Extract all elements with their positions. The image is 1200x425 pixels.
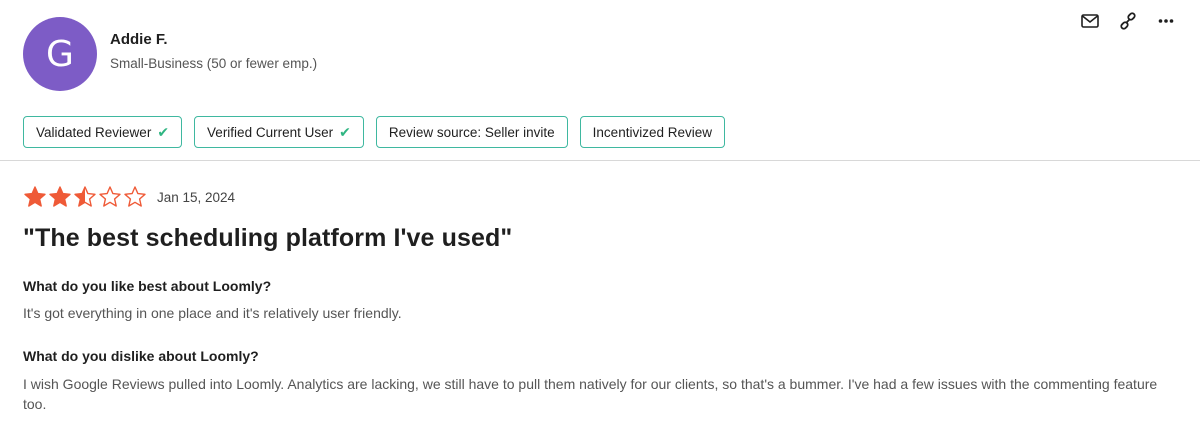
badge-label: Review source: Seller invite — [388, 124, 555, 140]
star-half-icon — [74, 186, 96, 207]
star-full-icon — [49, 186, 71, 207]
badge-review-source[interactable]: Review source: Seller invite — [375, 116, 568, 148]
link-icon[interactable] — [1117, 10, 1139, 32]
review-date: Jan 15, 2024 — [157, 189, 236, 205]
divider — [0, 160, 1200, 161]
avatar: G — [23, 17, 97, 91]
question-like-best: What do you like best about Loomly? — [23, 278, 272, 294]
more-icon[interactable] — [1155, 10, 1177, 32]
question-dislike: What do you dislike about Loomly? — [23, 348, 259, 364]
check-icon: ✔ — [157, 123, 170, 140]
answer-like-best: It's got everything in one place and it'… — [23, 305, 402, 321]
check-icon: ✔ — [339, 123, 351, 140]
badge-verified-current-user[interactable]: Verified Current User ✔ — [194, 116, 364, 148]
star-full-icon — [24, 186, 46, 207]
star-empty-icon — [124, 186, 146, 207]
rating-row: Jan 15, 2024 — [23, 185, 235, 209]
avatar-initial: G — [46, 33, 74, 75]
badge-label: Incentivized Review — [592, 124, 712, 140]
review-title: "The best scheduling platform I've used" — [23, 224, 513, 252]
reviewer-badges: Validated Reviewer ✔ Verified Current Us… — [23, 116, 725, 148]
answer-dislike: I wish Google Reviews pulled into Loomly… — [23, 376, 1158, 412]
badge-label: Verified Current User — [207, 124, 334, 140]
badge-validated-reviewer[interactable]: Validated Reviewer ✔ — [23, 116, 183, 148]
mail-icon[interactable] — [1079, 10, 1101, 32]
star-rating — [23, 185, 147, 209]
star-empty-icon — [99, 186, 121, 207]
reviewer-name: Addie F. — [110, 31, 168, 48]
review-actions — [1079, 10, 1177, 32]
reviewer-segment: Small-Business (50 or fewer emp.) — [110, 56, 318, 71]
badge-label: Validated Reviewer — [36, 124, 152, 140]
badge-incentivized-review[interactable]: Incentivized Review — [579, 116, 725, 148]
